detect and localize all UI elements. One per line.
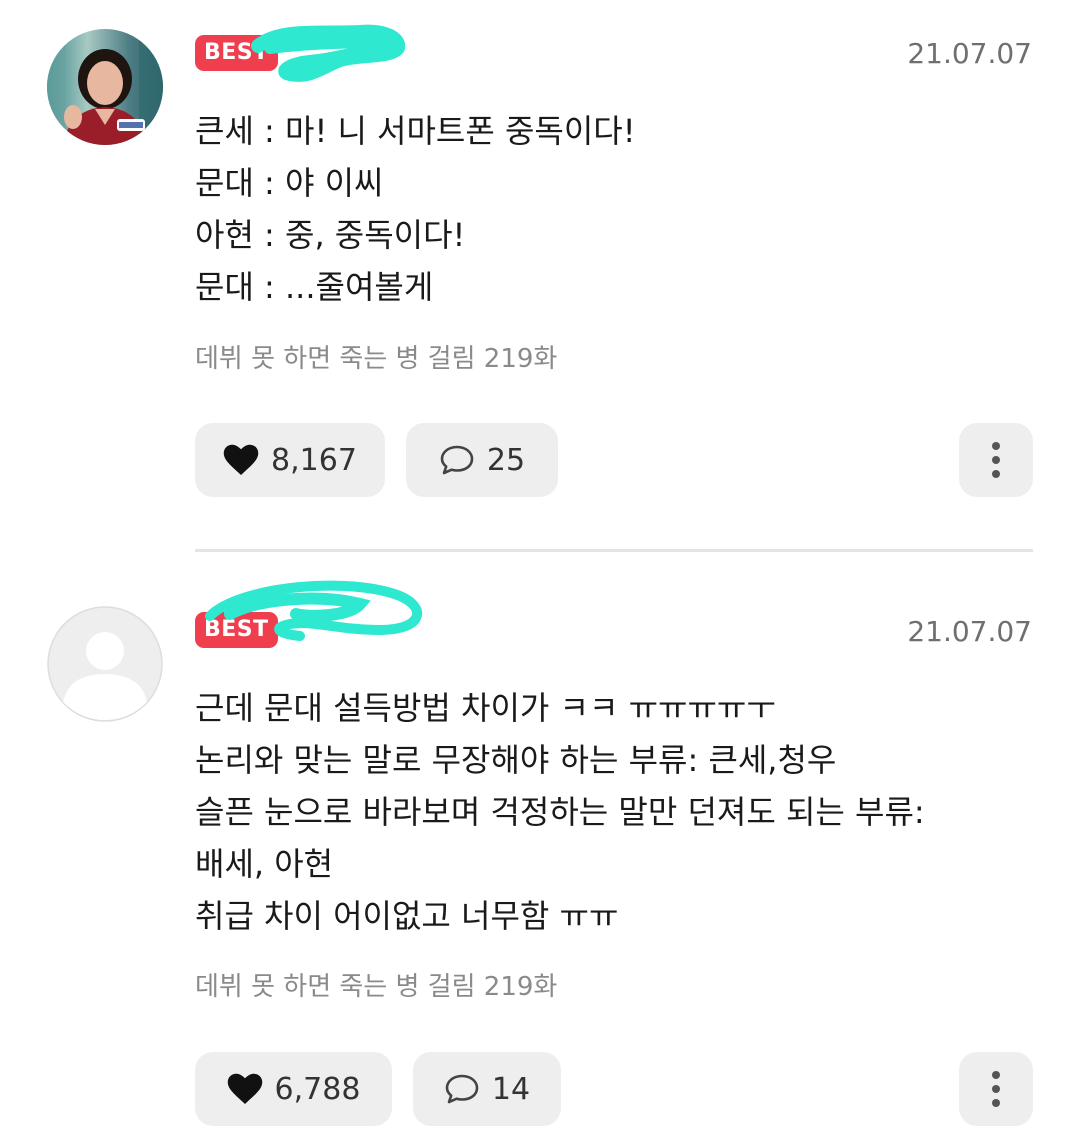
comment-text: 큰세 : 마! 니 서마트폰 중독이다! 문대 : 야 이씨 아현 : 중, 중… [195,105,1040,313]
reply-button[interactable]: 25 [406,423,558,497]
more-options-button[interactable] [959,423,1033,497]
speech-bubble-icon [440,445,474,475]
like-button[interactable]: 8,167 [195,423,385,497]
comment-item: BEST 21.07.07 근데 문대 설득방법 차이가 ㅋㅋ ㅠㅠㅠㅠㅜ 논리… [0,552,1080,1127]
user-avatar[interactable] [47,29,163,145]
reply-button[interactable]: 14 [413,1052,561,1126]
comment-line: 문대 : ...줄여볼게 [195,268,434,306]
comment-line: 취급 차이 어이없고 너무함 ㅠㅠ [195,897,619,935]
like-button[interactable]: 6,788 [195,1052,392,1126]
comment-line: 배세, 아현 [195,845,334,883]
user-avatar[interactable] [47,606,163,722]
reply-count: 14 [491,1071,531,1107]
comment-date: 21.07.07 [907,37,1032,70]
speech-bubble-icon [445,1074,479,1104]
best-badge: BEST [195,612,278,648]
vertical-dots-icon [992,442,1000,478]
episode-link[interactable]: 데뷔 못 하면 죽는 병 걸림 219화 [195,338,557,375]
comment-item: BEST 21.07.07 큰세 : 마! 니 서마트폰 중독이다! 문대 : … [0,0,1080,548]
like-count: 6,788 [274,1071,361,1107]
default-avatar-icon [47,606,163,722]
more-options-button[interactable] [959,1052,1033,1126]
comment-line: 논리와 맞는 말로 무장해야 하는 부류: 큰세,청우 [195,741,837,779]
comment-line: 슬픈 눈으로 바라보며 걱정하는 말만 던져도 되는 부류: [195,793,925,831]
profile-photo-avatar [47,29,163,145]
episode-link[interactable]: 데뷔 못 하면 죽는 병 걸림 219화 [195,966,557,1003]
heart-icon [227,1073,262,1104]
best-badge: BEST [195,35,278,71]
comment-line: 큰세 : 마! 니 서마트폰 중독이다! [195,112,636,150]
like-count: 8,167 [271,442,357,478]
comment-date: 21.07.07 [907,615,1032,648]
heart-icon [223,444,259,475]
comment-text: 근데 문대 설득방법 차이가 ㅋㅋ ㅠㅠㅠㅠㅜ 논리와 맞는 말로 무장해야 하… [195,682,1040,942]
vertical-dots-icon [992,1071,1000,1107]
comment-line: 문대 : 야 이씨 [195,164,384,202]
comment-line: 근데 문대 설득방법 차이가 ㅋㅋ ㅠㅠㅠㅠㅜ [195,689,776,727]
comment-line: 아현 : 중, 중독이다! [195,216,466,254]
reply-count: 25 [486,442,526,478]
